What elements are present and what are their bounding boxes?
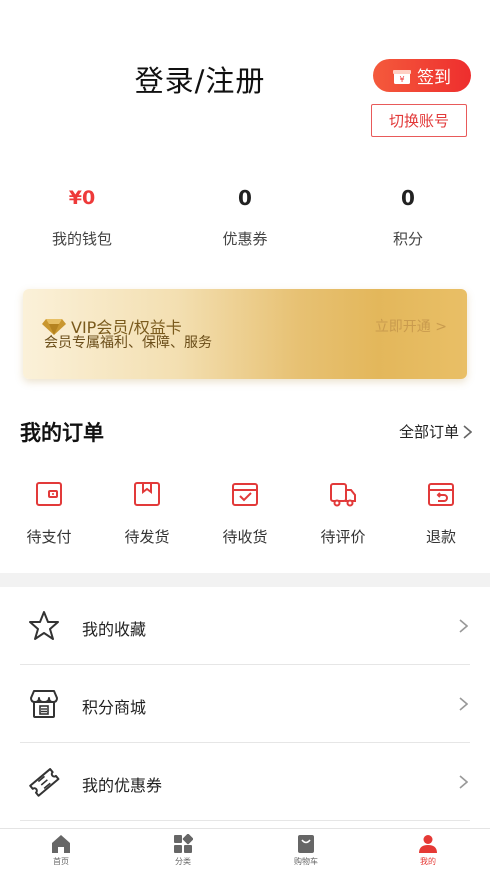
login-register-link[interactable]: 登录/注册 (0, 58, 400, 100)
signin-button[interactable]: ¥ 签到 (373, 59, 471, 92)
truck-icon (330, 483, 356, 507)
menu-item-favorites[interactable]: 我的收藏 (20, 587, 470, 665)
switch-account-button[interactable]: 切换账号 (371, 104, 467, 137)
refund-icon (428, 483, 454, 506)
wallet-icon (36, 482, 62, 506)
orders-title: 我的订单 (20, 421, 104, 445)
tab-mine-label: 我的 (420, 857, 436, 866)
order-pending-shipment[interactable]: 待发货 (107, 480, 187, 547)
package-icon (134, 482, 160, 506)
all-orders-link[interactable]: 全部订单 (399, 421, 472, 442)
gift-icon: ¥ (393, 69, 411, 84)
order-refund-label: 退款 (425, 528, 456, 546)
order-pending-receipt[interactable]: 待收货 (205, 480, 285, 547)
chevron-right-icon (459, 775, 468, 789)
vip-card[interactable]: VIP会员/权益卡 会员专属福利、保障、服务 立即开通 > (23, 289, 467, 379)
order-pending-review[interactable]: 待评价 (303, 480, 383, 547)
tab-mine[interactable]: 我的 (388, 834, 468, 867)
store-icon (30, 690, 58, 718)
menu-item-favorites-label: 我的收藏 (82, 620, 147, 639)
svg-text:¥: ¥ (399, 75, 404, 84)
points-stat[interactable]: 0 积分 (338, 184, 478, 249)
wallet-label: 我的钱包 (51, 230, 112, 248)
ticket-icon (29, 768, 60, 797)
order-pending-review-label: 待评价 (320, 528, 366, 546)
chevron-right-icon (463, 424, 472, 439)
home-icon (52, 835, 70, 853)
profile-icon (419, 835, 437, 853)
coupon-stat[interactable]: 0 优惠券 (175, 184, 315, 249)
points-label: 积分 (392, 230, 423, 248)
vip-open-link[interactable]: 立即开通 > (375, 316, 447, 336)
chevron-right-icon (459, 619, 468, 633)
wallet-stat[interactable]: ¥0 我的钱包 (12, 184, 152, 249)
chevron-right-icon (459, 697, 468, 711)
order-pending-receipt-label: 待收货 (222, 528, 268, 546)
tab-home[interactable]: 首页 (21, 834, 101, 867)
receive-box-icon (232, 483, 258, 506)
star-icon (29, 611, 59, 640)
points-value: 0 (401, 186, 415, 210)
order-pending-payment-label: 待支付 (26, 528, 72, 546)
coupon-value: 0 (238, 186, 252, 210)
all-orders-label: 全部订单 (398, 423, 459, 441)
tab-cart[interactable]: 购物车 (266, 834, 346, 867)
order-pending-payment[interactable]: 待支付 (9, 480, 89, 547)
coupon-label: 优惠券 (222, 230, 268, 248)
bottom-tab-bar: 首页 分类 购物车 我的 (0, 828, 490, 870)
menu-item-points-mall-label: 积分商城 (82, 698, 147, 717)
menu-item-points-mall[interactable]: 积分商城 (20, 665, 470, 743)
cart-bag-icon (298, 835, 314, 853)
order-refund[interactable]: 退款 (401, 480, 481, 547)
menu-item-coupons-label: 我的优惠券 (82, 776, 163, 795)
tab-home-label: 首页 (53, 857, 69, 866)
wallet-value: ¥0 (68, 187, 96, 209)
tab-category[interactable]: 分类 (143, 834, 223, 867)
vip-subtitle: 会员专属福利、保障、服务 (44, 335, 212, 351)
order-pending-shipment-label: 待发货 (124, 528, 170, 546)
signin-label: 签到 (417, 68, 451, 88)
tab-cart-label: 购物车 (294, 857, 318, 866)
section-divider (0, 573, 490, 587)
category-icon (174, 834, 193, 853)
tab-category-label: 分类 (175, 857, 191, 866)
profile-page: 登录/注册 ¥ 签到 切换账号 ¥0 我的钱包 0 优惠券 0 积分 VIP会员… (0, 0, 490, 870)
menu-item-coupons[interactable]: 我的优惠券 (20, 743, 470, 821)
